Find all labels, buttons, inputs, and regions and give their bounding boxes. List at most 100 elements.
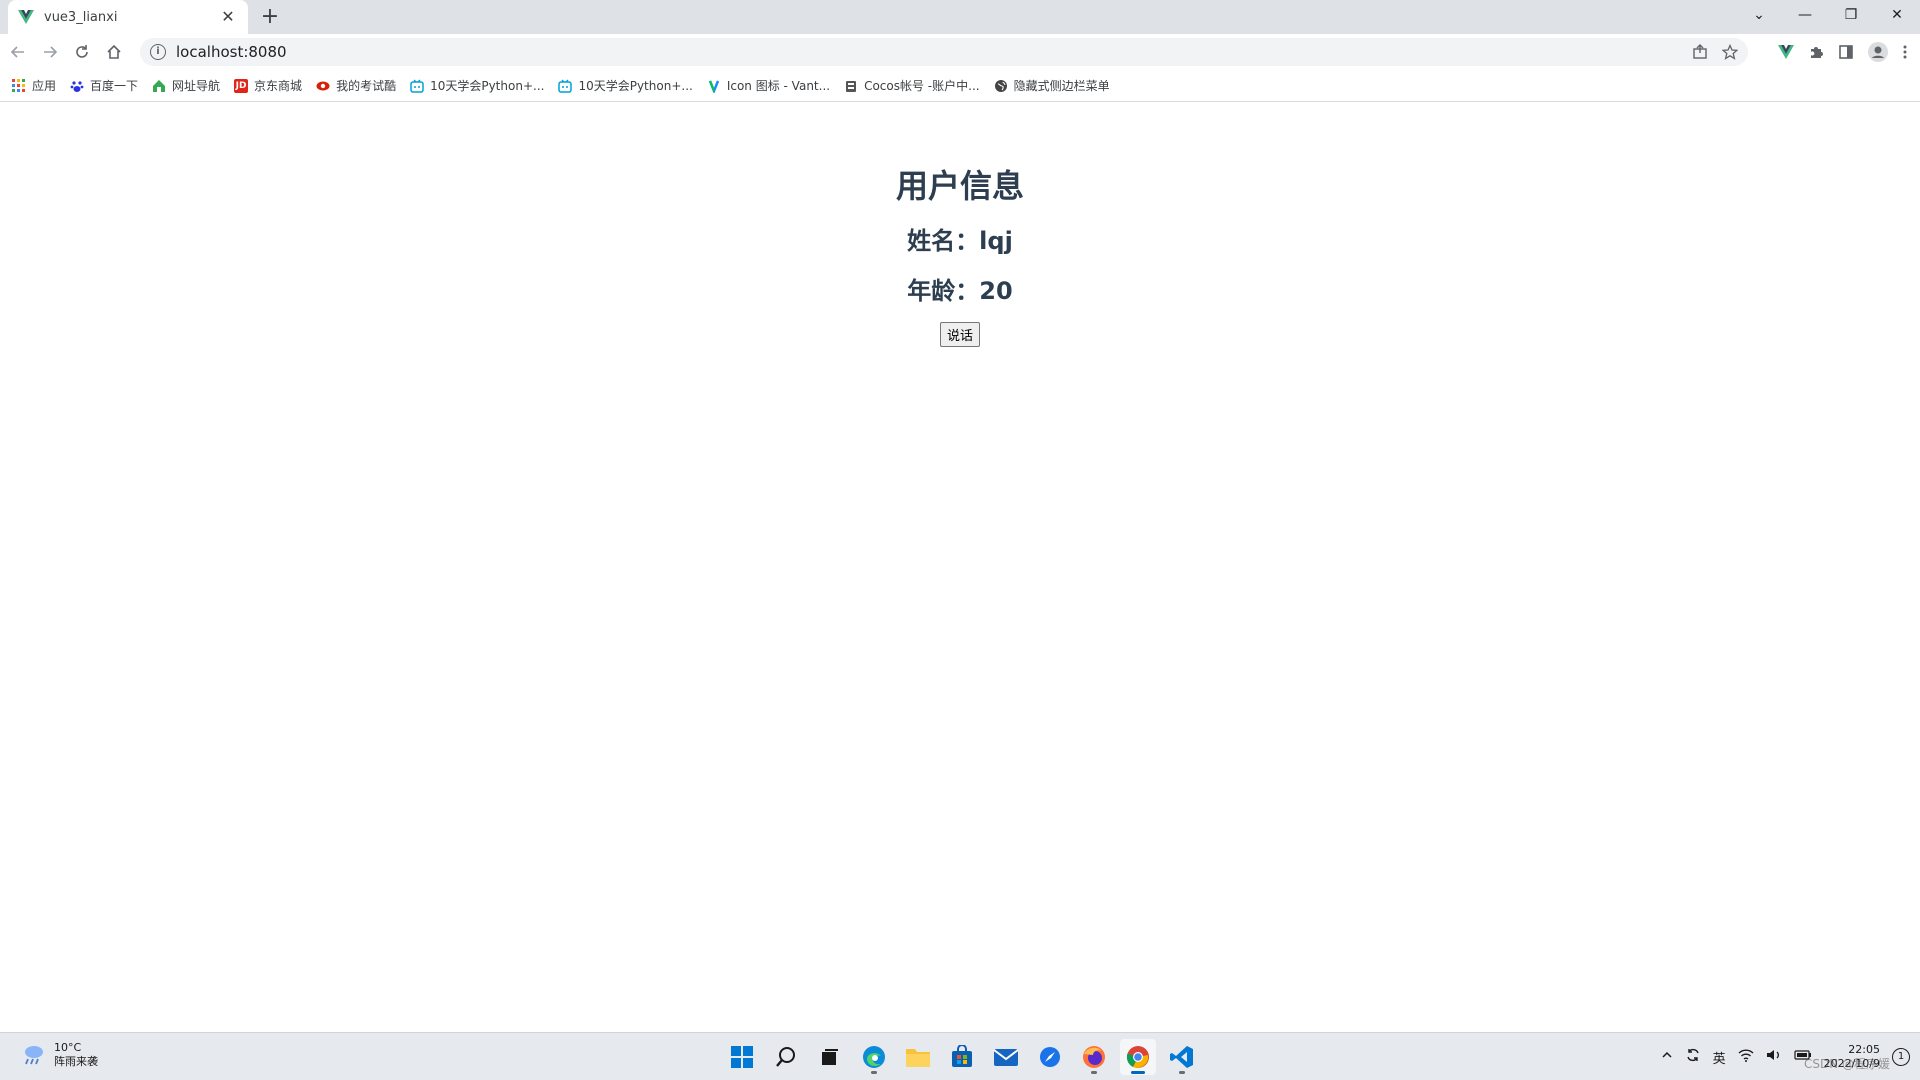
weather-desc: 阵雨来袭: [54, 1055, 98, 1068]
address-url[interactable]: localhost:8080: [176, 43, 287, 61]
chevron-up-icon[interactable]: [1661, 1049, 1673, 1065]
windows-logo-icon: [731, 1046, 753, 1068]
baidu-paw-icon: [70, 79, 84, 93]
running-indicator: [1179, 1071, 1185, 1074]
vant-icon: [707, 79, 721, 93]
site-info-icon[interactable]: i: [150, 44, 166, 60]
weather-temp: 10°C: [54, 1041, 82, 1054]
bookmark-label: 网址导航: [172, 79, 221, 93]
bookmarks-bar: 应用 百度一下 网址导航 JD 京东商城 我的考试酷 10天学会Python+.…: [0, 70, 1920, 102]
edge-browser-icon: [863, 1046, 885, 1068]
extensions-puzzle-icon[interactable]: [1808, 44, 1824, 60]
bookmark-label: 10天学会Python+...: [578, 79, 693, 93]
share-icon[interactable]: [1692, 44, 1708, 60]
reload-button[interactable]: [68, 38, 96, 66]
restore-button[interactable]: ❐: [1828, 0, 1874, 30]
bookmark-label: 我的考试酷: [336, 79, 397, 93]
bookmark-exam[interactable]: 我的考试酷: [316, 77, 396, 94]
side-panel-icon[interactable]: [1838, 44, 1854, 60]
ime-indicator[interactable]: 英: [1713, 1048, 1726, 1067]
running-indicator: [1091, 1071, 1097, 1074]
eye-icon: [316, 79, 330, 93]
search-button[interactable]: [768, 1039, 804, 1075]
user-name: 姓名：lqj: [907, 227, 1013, 255]
tab-vue3-lianxi[interactable]: vue3_lianxi ✕: [8, 0, 248, 34]
firefox-app[interactable]: [1076, 1039, 1112, 1075]
tab-title: vue3_lianxi: [44, 9, 118, 25]
vue-devtools-extension-icon[interactable]: [1778, 45, 1794, 59]
bookmark-vant[interactable]: Icon 图标 - Vant...: [707, 77, 830, 94]
reload-icon: [76, 45, 88, 58]
nav-house-icon: [152, 79, 166, 93]
profile-avatar-icon[interactable]: [1868, 42, 1888, 62]
bookmark-label: Icon 图标 - Vant...: [726, 79, 831, 93]
window-close-button[interactable]: ✕: [1874, 0, 1920, 30]
page-content: 用户信息 姓名：lqj 年龄：20 说话: [0, 103, 1920, 1032]
bookmark-python-2[interactable]: 10天学会Python+...: [558, 77, 693, 94]
tab-search-icon[interactable]: ⌄: [1736, 0, 1782, 30]
bilibili-tv-icon: [558, 79, 573, 93]
volume-icon[interactable]: [1766, 1048, 1782, 1066]
bookmark-sidebar-menu[interactable]: 隐藏式侧边栏菜单: [994, 77, 1110, 94]
home-button[interactable]: [100, 38, 128, 66]
bookmark-star-icon[interactable]: [1722, 44, 1738, 60]
search-icon: [776, 1047, 795, 1067]
taskbar-apps: [724, 1039, 1200, 1075]
compass-app[interactable]: [1032, 1039, 1068, 1075]
page-title: 用户信息: [895, 167, 1024, 205]
bookmark-jd[interactable]: JD 京东商城: [234, 77, 302, 94]
browser-toolbar: i localhost:8080: [0, 34, 1920, 70]
task-view-button[interactable]: [812, 1039, 848, 1075]
back-arrow-icon: [10, 46, 24, 58]
bookmark-baidu[interactable]: 百度一下: [70, 77, 138, 94]
running-indicator: [871, 1071, 877, 1074]
bookmark-label: 隐藏式侧边栏菜单: [1013, 79, 1110, 93]
new-tab-button[interactable]: +: [258, 6, 282, 30]
user-age: 年龄：20: [907, 277, 1013, 305]
sync-icon[interactable]: [1685, 1047, 1701, 1067]
bilibili-tv-icon: [410, 79, 424, 93]
taskbar: 10°C 阵雨来袭 英 22:05 2022/10/9 1 CSDN @程序媛: [0, 1032, 1920, 1080]
cocos-icon: [844, 79, 858, 93]
browser-menu-icon[interactable]: [1902, 44, 1908, 60]
bookmark-apps[interactable]: 应用: [12, 77, 56, 94]
store-bag-icon: [952, 1045, 972, 1067]
watermark: CSDN @程序媛: [1803, 1057, 1890, 1071]
browser-window: vue3_lianxi ✕ + ⌄ — ❐ ✕ i localhost:8080: [0, 0, 1920, 1032]
globe-icon: [994, 79, 1008, 93]
weather-widget[interactable]: 10°C 阵雨来袭: [20, 1041, 98, 1069]
speak-button[interactable]: 说话: [939, 322, 980, 347]
rain-cloud-icon: [25, 1046, 43, 1065]
apps-grid-icon: [12, 78, 26, 93]
bookmark-label: Cocos帐号 -账户中...: [864, 79, 980, 93]
bookmark-python-1[interactable]: 10天学会Python+...: [410, 77, 544, 94]
folder-icon: [906, 1049, 930, 1067]
minimize-button[interactable]: —: [1782, 0, 1828, 30]
firefox-icon: [1083, 1046, 1105, 1068]
mail-app[interactable]: [988, 1039, 1024, 1075]
start-button[interactable]: [724, 1039, 760, 1075]
jd-icon: JD: [234, 78, 249, 93]
mail-envelope-icon: [993, 1049, 1019, 1066]
bookmark-label: 10天学会Python+...: [430, 79, 545, 93]
store-app[interactable]: [944, 1039, 980, 1075]
notification-badge[interactable]: 1: [1892, 1048, 1910, 1066]
back-button[interactable]: [4, 38, 32, 66]
wifi-icon[interactable]: [1738, 1048, 1754, 1066]
vscode-app[interactable]: [1164, 1039, 1200, 1075]
running-indicator: [1131, 1071, 1145, 1074]
bookmark-label: 百度一下: [90, 79, 139, 93]
tab-close-icon[interactable]: ✕: [218, 7, 238, 27]
tab-strip: vue3_lianxi ✕ + ⌄ — ❐ ✕: [0, 0, 1920, 34]
home-icon: [107, 44, 121, 59]
file-explorer-app[interactable]: [900, 1039, 936, 1075]
bookmark-cocos[interactable]: Cocos帐号 -账户中...: [844, 77, 980, 94]
bookmark-label: 京东商城: [254, 79, 303, 93]
address-bar[interactable]: i localhost:8080: [140, 38, 1748, 66]
edge-app[interactable]: [856, 1039, 892, 1075]
bookmark-nav[interactable]: 网址导航: [152, 77, 220, 94]
bookmark-label: 应用: [32, 79, 57, 93]
forward-button[interactable]: [36, 38, 64, 66]
task-view-icon: [822, 1049, 838, 1065]
chrome-app[interactable]: [1120, 1039, 1156, 1075]
